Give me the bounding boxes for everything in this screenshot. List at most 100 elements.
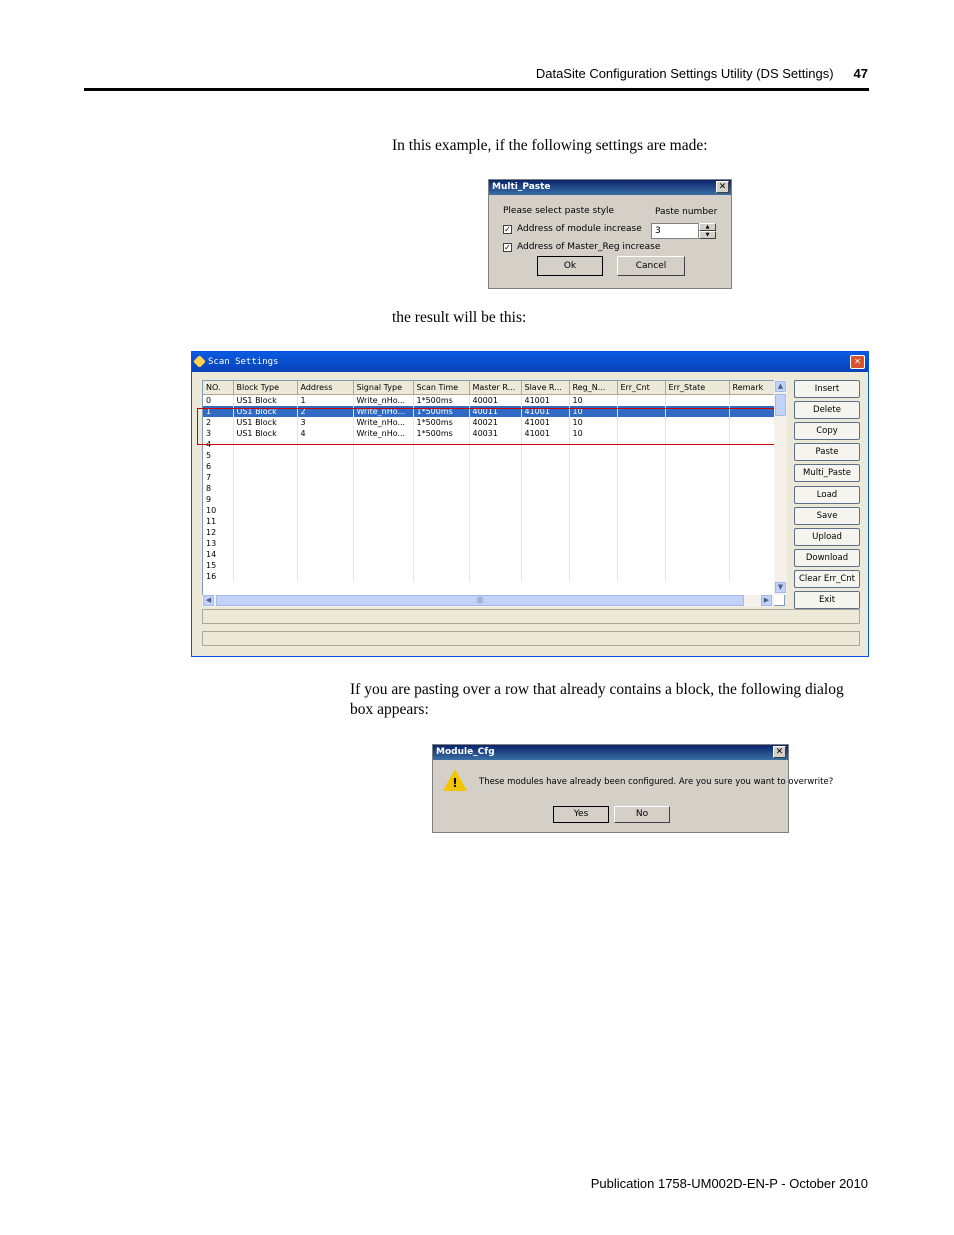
table-row[interactable]: 14 xyxy=(203,549,775,560)
spin-down-icon[interactable]: ▼ xyxy=(699,231,716,239)
column-header[interactable]: Address xyxy=(297,381,354,395)
table-row[interactable]: 0 US1 Block 1 Write_nHo... 1*500ms 40001 41001… xyxy=(203,394,775,406)
multi-paste-button[interactable]: Multi_Paste xyxy=(794,464,860,483)
copy-button[interactable]: Copy xyxy=(794,422,860,441)
column-header[interactable]: Err_Cnt xyxy=(617,381,666,395)
column-header[interactable]: Reg_N... xyxy=(569,381,618,395)
table-cell xyxy=(233,527,298,538)
table-row[interactable]: 11 xyxy=(203,516,775,527)
table-cell xyxy=(353,516,414,527)
table-cell: 12 xyxy=(203,527,234,538)
table-cell: 5 xyxy=(203,450,234,461)
clear-err-cnt-button[interactable]: Clear Err_Cnt xyxy=(794,569,860,588)
insert-button[interactable]: Insert xyxy=(794,380,860,398)
close-icon[interactable]: ✕ xyxy=(716,181,729,193)
table-cell xyxy=(729,505,775,516)
cancel-button[interactable]: Cancel xyxy=(617,256,685,276)
table-cell xyxy=(413,571,470,582)
upload-button[interactable]: Upload xyxy=(794,527,860,546)
table-cell xyxy=(413,461,470,472)
column-header[interactable]: Scan Time xyxy=(413,381,470,395)
vertical-scrollbar[interactable]: ▲ ▼ xyxy=(774,380,787,595)
table-cell xyxy=(233,549,298,560)
table-cell xyxy=(469,560,522,571)
table-cell: 13 xyxy=(203,538,234,549)
table-row[interactable]: 5 xyxy=(203,450,775,461)
table-cell xyxy=(297,571,354,582)
scan-settings-titlebar: Scan Settings ✕ xyxy=(192,352,868,372)
paragraph-result: the result will be this: xyxy=(392,309,527,326)
table-cell xyxy=(729,494,775,505)
vertical-scroll-thumb[interactable] xyxy=(775,394,786,416)
table-row[interactable]: 12 xyxy=(203,527,775,538)
scroll-down-icon[interactable]: ▼ xyxy=(775,582,786,593)
column-header[interactable]: Err_State xyxy=(665,381,730,395)
table-cell xyxy=(521,450,570,461)
yes-button[interactable]: Yes xyxy=(553,806,609,823)
table-cell: 11 xyxy=(203,516,234,527)
table-row[interactable]: 16 xyxy=(203,571,775,582)
column-header[interactable]: Block Type xyxy=(233,381,298,395)
table-cell xyxy=(353,538,414,549)
ok-button[interactable]: Ok xyxy=(537,256,603,276)
exit-button[interactable]: Exit xyxy=(794,591,860,609)
running-header: DataSite Configuration Settings Utility … xyxy=(536,66,868,81)
overwrite-message: These modules have already been configur… xyxy=(479,777,834,787)
paste-number-input[interactable]: 3 xyxy=(651,223,699,239)
horizontal-scroll-thumb[interactable]: ||| xyxy=(216,595,744,606)
table-cell xyxy=(353,494,414,505)
save-button[interactable]: Save xyxy=(794,506,860,525)
table-cell xyxy=(521,461,570,472)
table-cell xyxy=(413,560,470,571)
table-cell xyxy=(353,560,414,571)
paste-button[interactable]: Paste xyxy=(794,443,860,462)
close-icon[interactable]: ✕ xyxy=(773,746,786,758)
table-cell xyxy=(665,472,730,483)
horizontal-scrollbar[interactable]: ◀ ||| ▶ xyxy=(202,595,774,607)
table-row[interactable]: 10 xyxy=(203,505,775,516)
table-cell xyxy=(469,450,522,461)
table-cell xyxy=(297,538,354,549)
master-reg-increase-checkbox[interactable]: ✓ xyxy=(503,243,512,252)
module-increase-checkbox[interactable]: ✓ xyxy=(503,225,512,234)
spin-up-icon[interactable]: ▲ xyxy=(699,223,716,231)
footer-publication: Publication 1758-UM002D-EN-P - October 2… xyxy=(590,1176,868,1191)
table-cell xyxy=(469,549,522,560)
scroll-up-icon[interactable]: ▲ xyxy=(775,381,786,392)
no-button[interactable]: No xyxy=(614,806,670,823)
table-cell xyxy=(297,450,354,461)
table-cell xyxy=(233,516,298,527)
table-row[interactable]: 13 xyxy=(203,538,775,549)
table-cell xyxy=(521,549,570,560)
download-button[interactable]: Download xyxy=(794,548,860,567)
table-cell xyxy=(297,560,354,571)
column-header[interactable]: Slave R... xyxy=(521,381,570,395)
close-icon[interactable]: ✕ xyxy=(850,355,865,369)
table-cell xyxy=(413,549,470,560)
table-row[interactable]: 7 xyxy=(203,472,775,483)
column-header[interactable]: Master R... xyxy=(469,381,522,395)
scan-settings-title: Scan Settings xyxy=(208,357,279,367)
table-cell xyxy=(469,538,522,549)
table-row[interactable]: 15 xyxy=(203,560,775,571)
delete-button[interactable]: Delete xyxy=(794,401,860,420)
table-cell xyxy=(233,505,298,516)
table-row[interactable]: 6 xyxy=(203,461,775,472)
paste-style-prompt: Please select paste style xyxy=(503,206,615,216)
table-cell xyxy=(665,527,730,538)
table-row[interactable]: 8 xyxy=(203,483,775,494)
scroll-right-icon[interactable]: ▶ xyxy=(761,595,772,606)
table-cell xyxy=(233,450,298,461)
table-cell xyxy=(297,505,354,516)
table-row[interactable]: 9 xyxy=(203,494,775,505)
scroll-left-icon[interactable]: ◀ xyxy=(203,595,214,606)
column-header[interactable]: Signal Type xyxy=(353,381,414,395)
load-button[interactable]: Load xyxy=(794,485,860,504)
column-header[interactable]: Remark xyxy=(729,381,775,395)
table-cell xyxy=(729,527,775,538)
table-cell: Write_nHo... xyxy=(353,394,414,406)
table-cell xyxy=(413,450,470,461)
table-cell xyxy=(413,538,470,549)
column-header[interactable]: NO. xyxy=(203,381,234,395)
table-cell xyxy=(665,394,730,406)
